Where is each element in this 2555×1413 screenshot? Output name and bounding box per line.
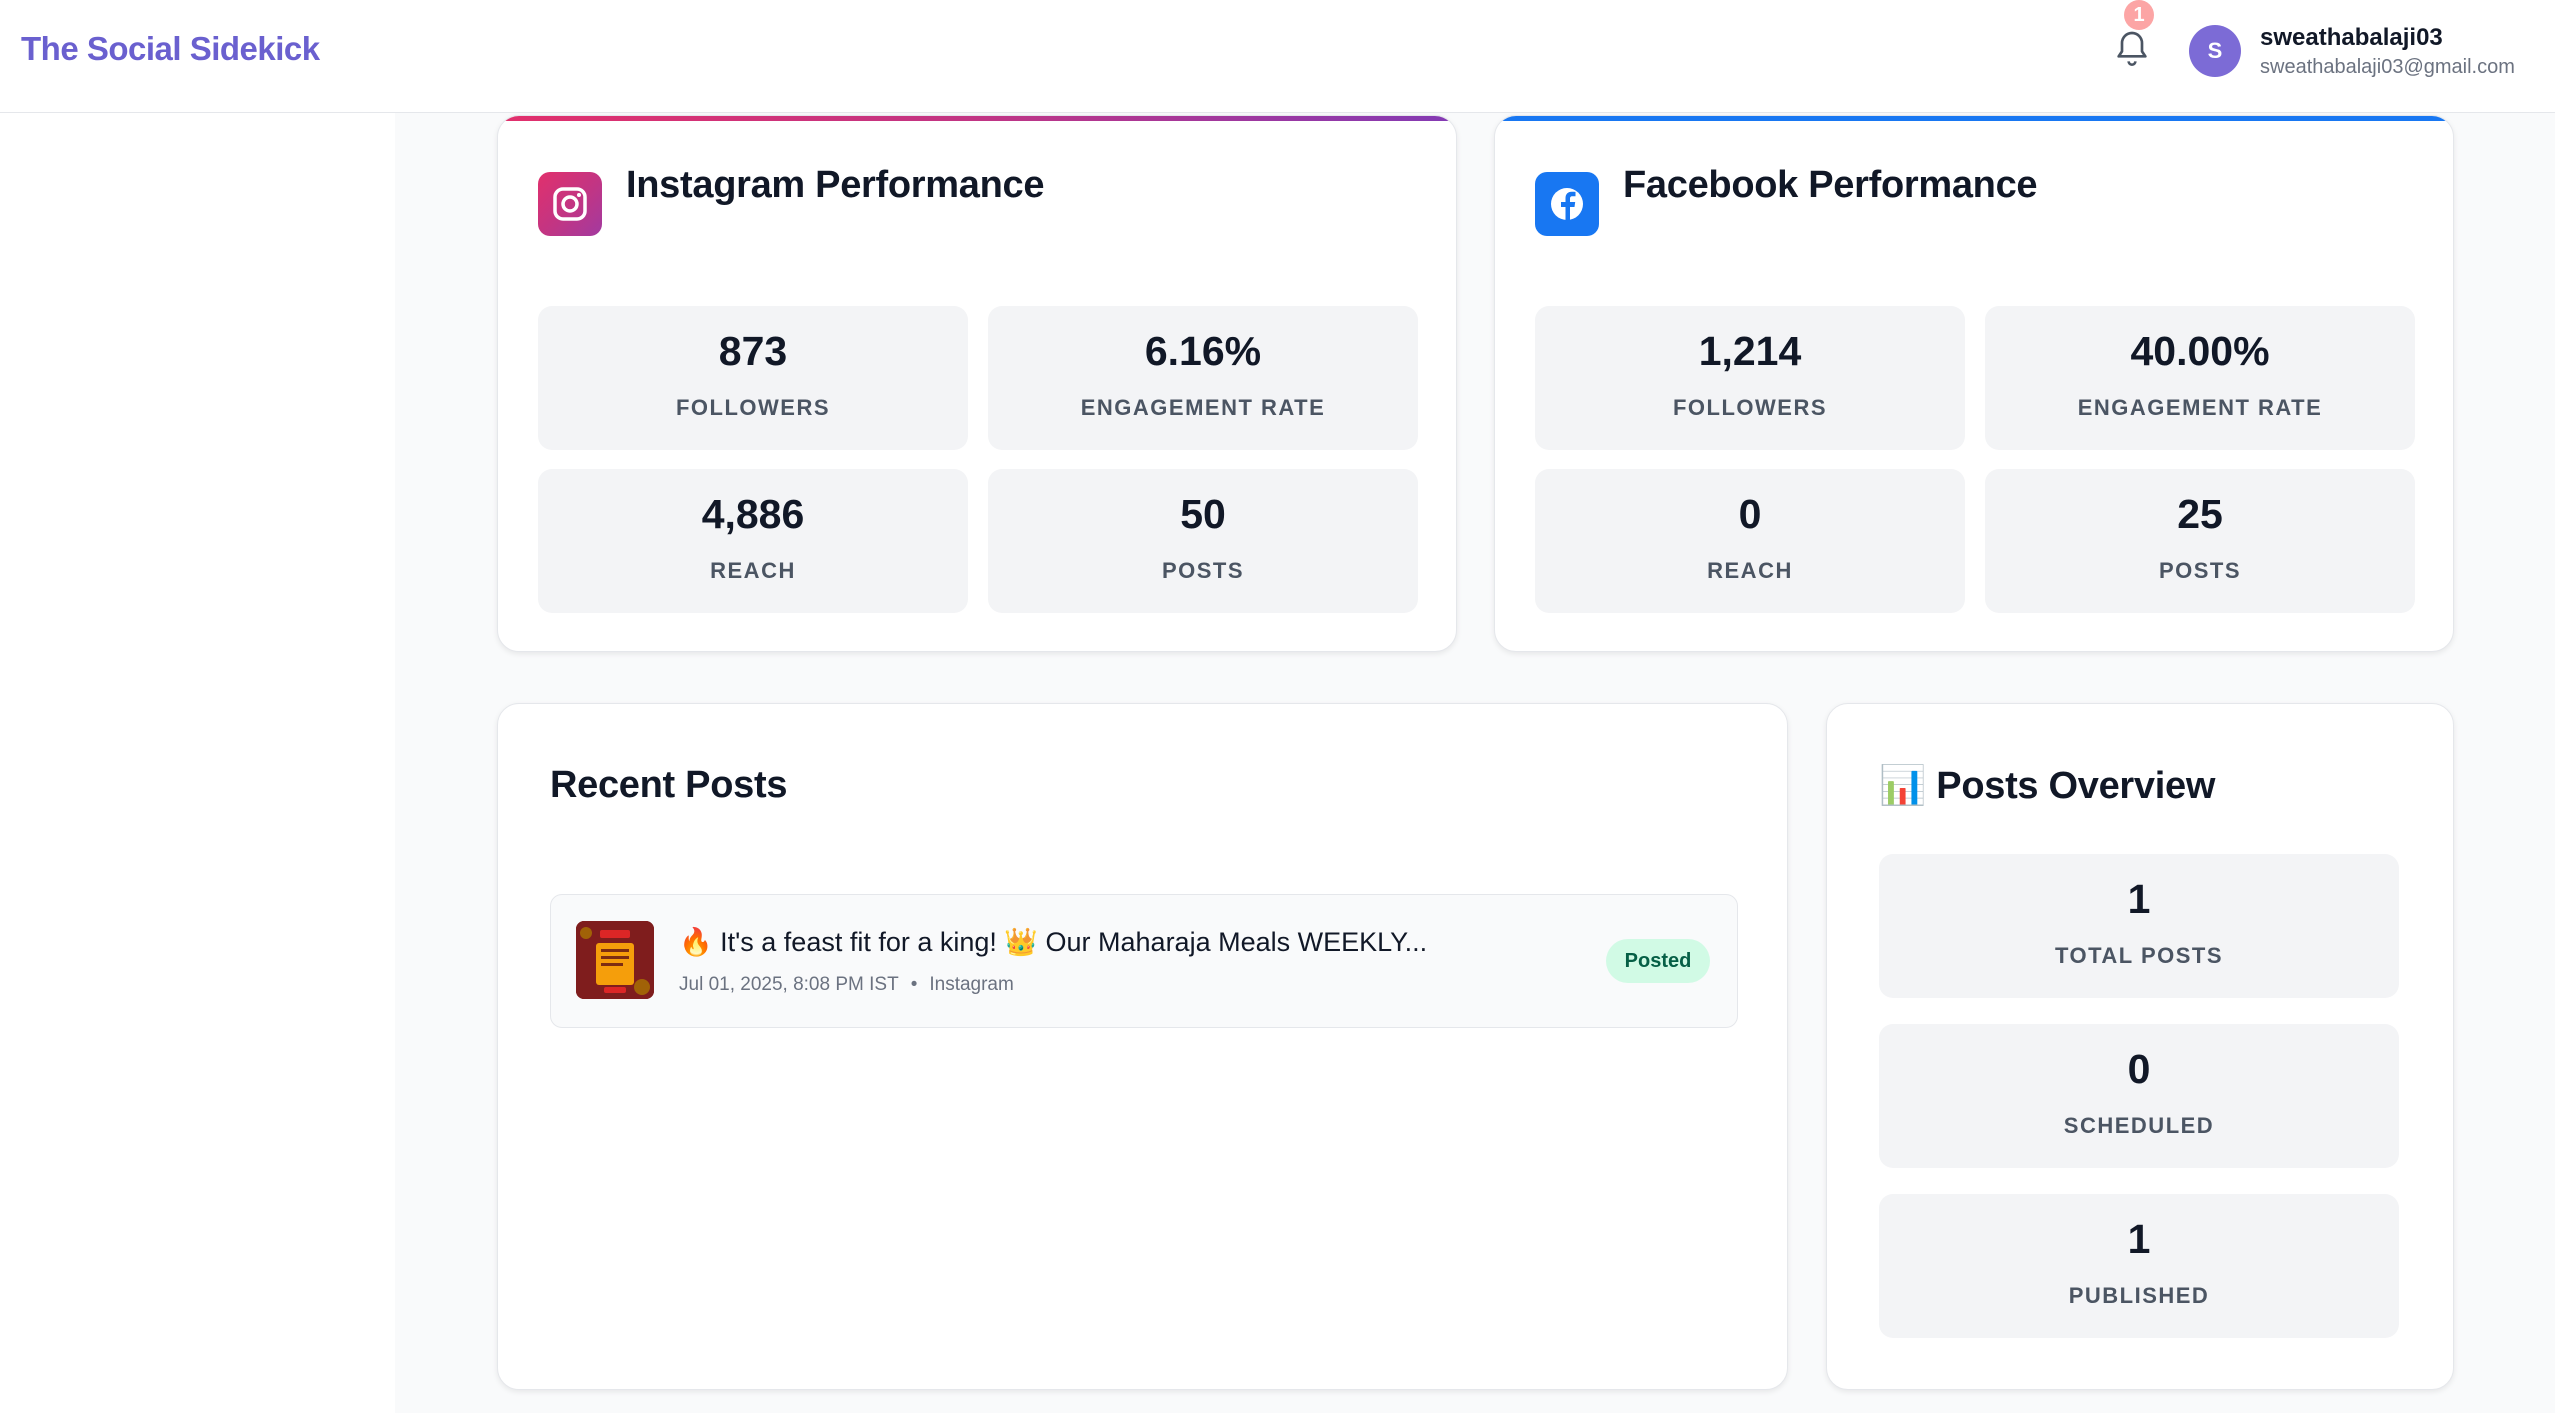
facebook-posts-stat: 25 POSTS [1985,469,2415,613]
brand-logo[interactable]: The Social Sidekick [21,30,320,68]
stat-value: 873 [718,328,788,374]
published-stat: 1 PUBLISHED [1879,1194,2399,1338]
facebook-engagement-stat: 40.00% ENGAGEMENT RATE [1985,306,2415,450]
stat-value: 25 [2177,491,2223,537]
instagram-posts-stat: 50 POSTS [988,469,1418,613]
instagram-accent-bar [498,116,1456,121]
stat-value: 1 [2127,1216,2151,1262]
user-avatar[interactable]: S [2189,25,2241,77]
instagram-icon [538,172,602,236]
facebook-followers-stat: 1,214 FOLLOWERS [1535,306,1965,450]
stat-label: ENGAGEMENT RATE [1080,395,1326,420]
stat-label: FOLLOWERS [675,395,831,420]
facebook-card-title: Facebook Performance [1623,164,2038,206]
posts-overview-title: 📊 Posts Overview [1879,765,2216,807]
stat-value: 4,886 [701,491,805,537]
post-meta: Jul 01, 2025, 8:08 PM IST • Instagram [679,974,1014,996]
stat-value: 40.00% [2130,328,2270,374]
user-name: sweathabalaji03 [2260,24,2443,51]
stat-label: REACH [710,558,796,583]
facebook-performance-card: Facebook Performance 1,214 FOLLOWERS 40.… [1494,115,2454,652]
facebook-icon [1535,172,1599,236]
top-header: The Social Sidekick 1 S sweathabalaji03 … [0,0,2555,113]
stat-value: 50 [1180,491,1226,537]
meta-separator: • [910,974,918,995]
status-badge: Posted [1606,939,1710,983]
recent-posts-card: Recent Posts 🔥 It's a feast fit for a ki… [497,703,1788,1390]
stat-label: TOTAL POSTS [2054,943,2224,968]
instagram-engagement-stat: 6.16% ENGAGEMENT RATE [988,306,1418,450]
stat-value: 1 [2127,876,2151,922]
instagram-reach-stat: 4,886 REACH [538,469,968,613]
total-posts-stat: 1 TOTAL POSTS [1879,854,2399,998]
instagram-performance-card: Instagram Performance 873 FOLLOWERS 6.16… [497,115,1457,652]
scheduled-stat: 0 SCHEDULED [1879,1024,2399,1168]
stat-value: 1,214 [1698,328,1802,374]
facebook-reach-stat: 0 REACH [1535,469,1965,613]
stat-label: ENGAGEMENT RATE [2077,395,2323,420]
stat-label: POSTS [2158,558,2242,583]
notifications-button[interactable] [2112,26,2152,70]
post-date: Jul 01, 2025, 8:08 PM IST [679,974,899,995]
instagram-card-title: Instagram Performance [626,164,1045,206]
facebook-accent-bar [1495,116,2453,121]
stat-label: FOLLOWERS [1672,395,1828,420]
notification-count-badge: 1 [2124,0,2154,30]
bell-icon [2117,31,2147,66]
stat-value: 6.16% [1144,328,1262,374]
stat-value: 0 [1738,491,1762,537]
recent-post-item[interactable]: 🔥 It's a feast fit for a king! 👑 Our Mah… [550,894,1738,1028]
stat-label: POSTS [1161,558,1245,583]
recent-posts-title: Recent Posts [550,764,788,806]
post-thumbnail [576,921,654,999]
instagram-followers-stat: 873 FOLLOWERS [538,306,968,450]
stat-value: 0 [2127,1046,2151,1092]
stat-label: REACH [1707,558,1793,583]
sidebar [0,113,395,1413]
post-caption: 🔥 It's a feast fit for a king! 👑 Our Mah… [679,927,1428,957]
post-platform: Instagram [929,974,1014,995]
stat-label: PUBLISHED [2068,1283,2210,1308]
posts-overview-card: 📊 Posts Overview 1 TOTAL POSTS 0 SCHEDUL… [1826,703,2454,1390]
stat-label: SCHEDULED [2063,1113,2215,1138]
user-email: sweathabalaji03@gmail.com [2260,56,2515,78]
